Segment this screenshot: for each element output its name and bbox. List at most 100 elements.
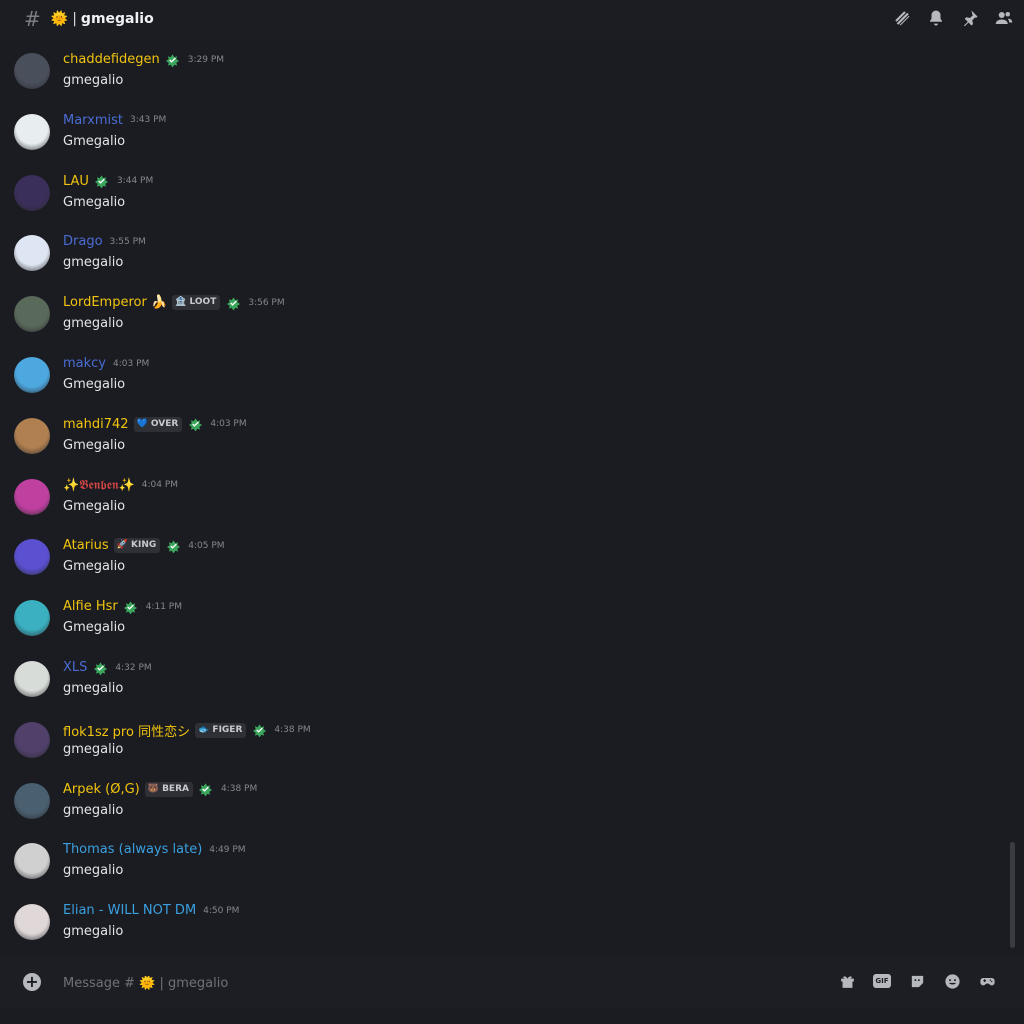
message-row[interactable]: LAU 3:44 PM Gmegalio xyxy=(0,162,1000,223)
avatar-image xyxy=(14,539,50,576)
timestamp: 4:38 PM xyxy=(274,725,311,736)
avatar[interactable] xyxy=(14,904,50,941)
username[interactable]: Thomas (always late) xyxy=(63,842,202,857)
message-header: Atarius 🚀 KING 4:05 PM xyxy=(63,538,225,554)
avatar[interactable] xyxy=(14,113,50,150)
message-row[interactable]: Marxmist 3:43 PM Gmegalio xyxy=(0,101,1000,162)
message-header: Arpek (Ø,G) 🐻 BERA 4:38 PM xyxy=(63,781,257,797)
username[interactable]: LordEmperor 🍌 xyxy=(63,295,167,310)
message-header: makcy 4:03 PM xyxy=(63,356,149,371)
avatar-image xyxy=(14,843,50,880)
verified-badge-icon xyxy=(165,539,181,553)
avatar[interactable] xyxy=(14,357,50,393)
role-tag[interactable]: 💙 OVER xyxy=(133,416,183,432)
avatar[interactable] xyxy=(14,600,50,637)
message-row[interactable]: Alfie Hsr 4:11 PM Gmegalio xyxy=(0,587,1000,648)
timestamp: 3:43 PM xyxy=(130,115,167,126)
username[interactable]: chaddefidegen xyxy=(63,52,160,67)
username[interactable]: Drago xyxy=(63,234,103,249)
avatar[interactable] xyxy=(14,539,50,576)
message-content: gmegalio xyxy=(63,741,124,757)
avatar[interactable] xyxy=(14,235,50,272)
message-content: Gmegalio xyxy=(63,133,126,149)
message-content: Gmegalio xyxy=(63,620,126,636)
upload-plus-button[interactable]: + xyxy=(23,973,41,991)
role-tag[interactable]: 🐟 FIGER xyxy=(195,722,247,738)
message-row[interactable]: Arpek (Ø,G) 🐻 BERA 4:38 PM gmegalio xyxy=(0,770,1000,831)
avatar-image xyxy=(14,174,50,211)
message-row[interactable]: chaddefidegen 3:29 PM gmegalio xyxy=(0,40,1000,101)
username[interactable]: makcy xyxy=(63,356,106,371)
message-row[interactable]: mahdi742 💙 OVER 4:03 PM Gmegalio xyxy=(0,405,1000,466)
username[interactable]: mahdi742 xyxy=(63,417,129,432)
avatar[interactable] xyxy=(14,478,50,515)
channel-name: gmegalio xyxy=(80,11,154,27)
avatar[interactable] xyxy=(14,417,50,454)
verified-badge-icon xyxy=(123,600,139,614)
avatar[interactable] xyxy=(14,53,50,89)
gif-label: GIF xyxy=(873,974,891,988)
message-row[interactable]: LordEmperor 🍌 🏦 LOOT 3:56 PM gmegalio xyxy=(0,283,1000,344)
gift-icon[interactable] xyxy=(838,972,856,990)
verified-badge-icon xyxy=(92,661,108,675)
message-row[interactable]: XLS 4:32 PM gmegalio xyxy=(0,648,1000,709)
username[interactable]: flok1sz pro 同性恋シ xyxy=(63,721,190,740)
username[interactable]: Arpek (Ø,G) xyxy=(63,782,140,797)
avatar[interactable] xyxy=(14,721,50,758)
username[interactable]: XLS xyxy=(63,660,87,675)
app-window: # 🌞 | gmegalio chaddefidegen 3:29 PM gmega… xyxy=(0,0,1024,1024)
message-row[interactable]: flok1sz pro 同性恋シ 🐟 FIGER 4:38 PM gmegalio xyxy=(0,709,1000,770)
username[interactable]: ✨𝕭𝖊𝖓𝖇𝖊𝖓✨ xyxy=(63,478,135,493)
username[interactable]: Marxmist xyxy=(63,113,123,128)
role-tag[interactable]: 🚀 KING xyxy=(113,538,161,554)
message-row[interactable]: Atarius 🚀 KING 4:05 PM Gmegalio xyxy=(0,526,1000,587)
message-header: LordEmperor 🍌 🏦 LOOT 3:56 PM xyxy=(63,295,285,311)
emoji-icon[interactable] xyxy=(943,972,961,990)
timestamp: 4:50 PM xyxy=(203,905,240,916)
message-header: Marxmist 3:43 PM xyxy=(63,113,166,128)
username[interactable]: Elian - WILL NOT DM xyxy=(63,903,196,918)
gif-icon[interactable]: GIF xyxy=(873,972,891,990)
username[interactable]: Atarius xyxy=(63,538,109,553)
message-input[interactable] xyxy=(63,972,803,994)
avatar-image xyxy=(14,782,50,819)
threads-icon[interactable] xyxy=(892,8,912,28)
role-tag[interactable]: 🏦 LOOT xyxy=(172,295,221,311)
avatar-image xyxy=(14,235,50,272)
timestamp: 4:04 PM xyxy=(141,480,179,491)
timestamp: 4:03 PM xyxy=(210,419,247,430)
channel-separator: | xyxy=(72,11,77,27)
message-row[interactable]: makcy 4:03 PM Gmegalio xyxy=(0,344,1000,405)
timestamp: 4:03 PM xyxy=(113,358,150,369)
message-row[interactable]: Elian - WILL NOT DM 4:50 PM gmegalio xyxy=(0,891,1000,952)
avatar-image xyxy=(14,721,50,758)
message-row[interactable]: Drago 3:55 PM gmegalio xyxy=(0,222,1000,283)
sticker-icon[interactable] xyxy=(908,972,926,990)
username[interactable]: Alfie Hsr xyxy=(63,599,118,614)
avatar[interactable] xyxy=(14,661,50,697)
avatar[interactable] xyxy=(14,843,50,880)
message-row[interactable]: Thomas (always late) 4:49 PM gmegalio xyxy=(0,830,1000,891)
avatar-image xyxy=(14,478,50,515)
scrollbar-track[interactable] xyxy=(1010,40,1016,946)
message-list[interactable]: chaddefidegen 3:29 PM gmegalio Marxmist 3:43… xyxy=(0,40,1004,952)
message-content: gmegalio xyxy=(63,802,124,818)
message-header: flok1sz pro 同性恋シ 🐟 FIGER 4:38 PM xyxy=(63,721,311,740)
bell-icon[interactable] xyxy=(926,8,946,28)
message-header: chaddefidegen 3:29 PM xyxy=(63,52,224,67)
verified-badge-icon xyxy=(251,723,267,738)
username[interactable]: LAU xyxy=(63,174,89,189)
message-row[interactable]: ✨𝕭𝖊𝖓𝖇𝖊𝖓✨ 4:04 PM Gmegalio xyxy=(0,466,1000,527)
scrollbar-thumb[interactable] xyxy=(1010,842,1015,948)
members-icon[interactable] xyxy=(994,8,1014,28)
message-content: gmegalio xyxy=(63,316,124,332)
apps-icon[interactable] xyxy=(978,972,996,990)
avatar[interactable] xyxy=(14,174,50,211)
avatar-image xyxy=(14,904,50,941)
avatar[interactable] xyxy=(14,296,50,333)
message-content: Gmegalio xyxy=(63,377,126,392)
role-tag[interactable]: 🐻 BERA xyxy=(144,781,193,797)
timestamp: 4:11 PM xyxy=(145,601,182,612)
avatar[interactable] xyxy=(14,782,50,819)
pin-icon[interactable] xyxy=(960,8,980,28)
